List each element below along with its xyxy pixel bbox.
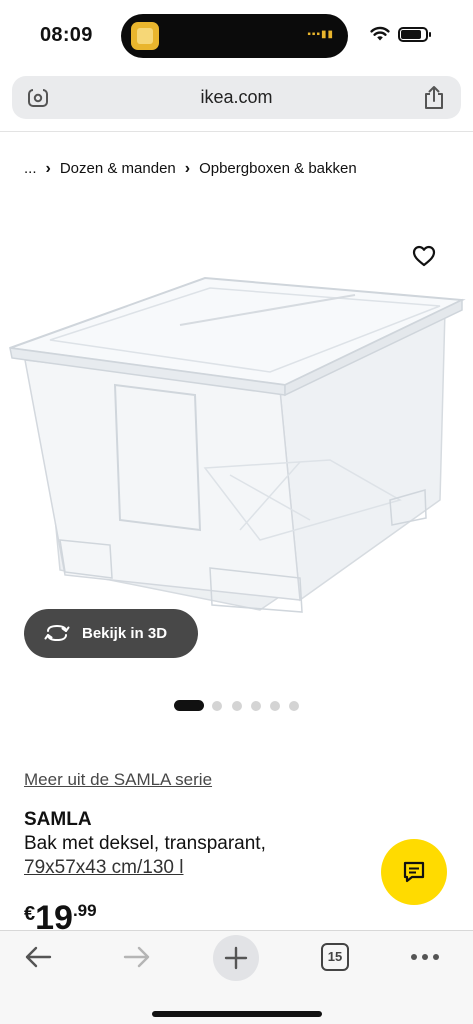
price-currency: € [24,903,36,925]
chevron-right-icon: › [184,160,191,177]
pagination-dot[interactable] [251,701,261,711]
plus-icon [224,946,248,970]
chat-button[interactable] [381,839,447,905]
heart-icon[interactable] [412,245,436,267]
breadcrumb-ellipsis[interactable]: ... [24,160,37,177]
share-icon[interactable] [423,85,445,111]
home-indicator [152,1011,322,1017]
new-tab-button[interactable] [213,935,259,981]
view-3d-label: Bekijk in 3D [82,625,168,642]
chat-icon [403,861,425,883]
pagination-dot[interactable] [212,701,222,711]
pagination-dot[interactable] [232,701,242,711]
breadcrumb-item-dozen-manden[interactable]: Dozen & manden [60,160,176,177]
view-3d-button[interactable]: Bekijk in 3D [24,609,198,658]
product-name: SAMLA [24,809,92,830]
breadcrumb: ... › Dozen & manden › Opbergboxen & bakken [24,160,357,178]
live-activity-indicator-icon: ▪▪▪▮▮ [307,29,334,40]
price-whole: 19 [35,899,73,931]
url-text[interactable]: ikea.com [12,87,461,108]
more-icon[interactable] [410,953,440,961]
chevron-right-icon: › [45,160,51,177]
dynamic-island: ▪▪▪▮▮ [121,14,348,58]
breadcrumb-item-opbergboxen[interactable]: Opbergboxen & bakken [199,160,357,177]
forward-arrow-icon[interactable] [123,945,151,969]
price-decimal: .99 [72,901,97,920]
browser-toolbar: 15 [0,930,473,1024]
pagination-dot[interactable] [270,701,280,711]
status-bar: 08:09 ▪▪▪▮▮ [0,0,473,68]
header-divider [0,131,473,132]
back-arrow-icon[interactable] [24,945,52,969]
battery-icon [398,27,431,42]
wifi-icon [370,26,390,41]
product-price: €19.99 [24,899,97,931]
series-link[interactable]: Meer uit de SAMLA serie [24,770,212,790]
product-description: Bak met deksel, transparant, [24,833,266,854]
pagination-dot[interactable] [289,701,299,711]
status-time: 08:09 [40,24,93,46]
address-bar[interactable]: ikea.com [12,76,461,119]
pagination-dot-active[interactable] [174,700,204,711]
product-size-link[interactable]: 79x57x43 cm/130 l [24,857,184,879]
rotate-3d-icon [44,624,70,642]
tabs-button[interactable]: 15 [321,943,349,971]
live-activity-app-icon [131,22,159,50]
